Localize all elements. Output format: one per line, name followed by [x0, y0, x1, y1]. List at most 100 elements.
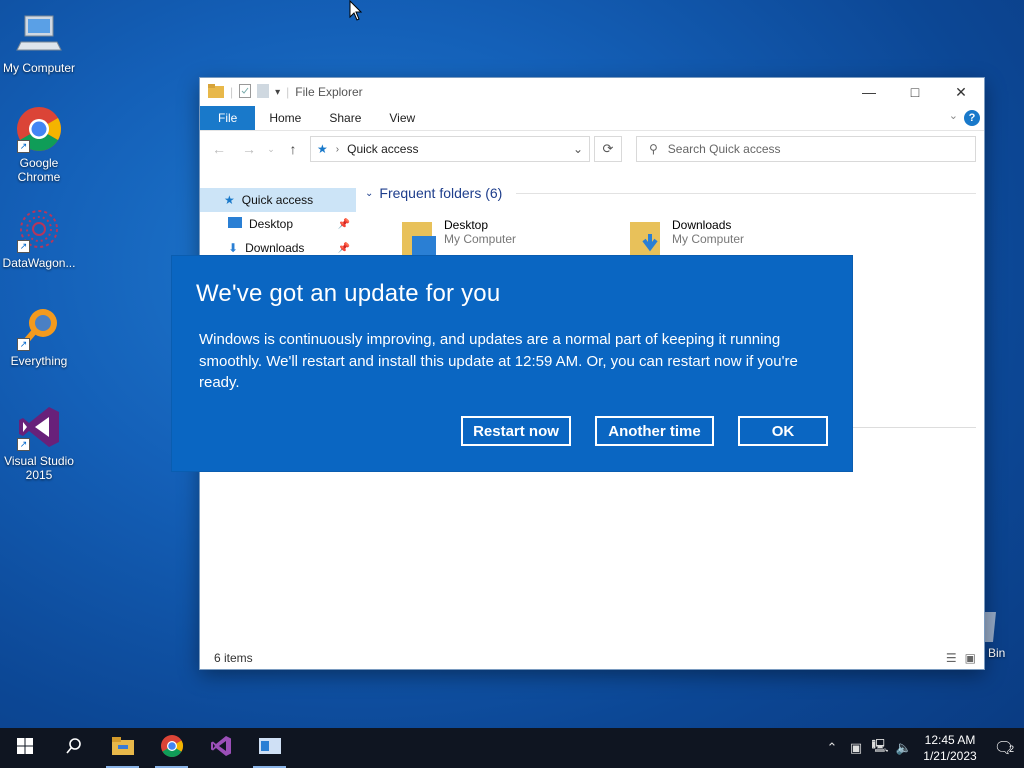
- recycle-bin-label: Bin: [988, 646, 1006, 660]
- shortcut-arrow-icon: ↗: [17, 438, 30, 451]
- computer-icon: [15, 10, 63, 58]
- shortcut-arrow-icon: ↗: [17, 140, 30, 153]
- expand-ribbon-icon[interactable]: ⌄: [949, 109, 958, 122]
- tab-share[interactable]: Share: [315, 106, 375, 130]
- action-center-button[interactable]: 🗨 2: [984, 738, 1024, 758]
- windows-logo-icon: [16, 737, 33, 759]
- group-header-label: Frequent folders (6): [379, 185, 503, 201]
- desktop-icon-label: Everything: [10, 354, 68, 368]
- title-bar: | ▾ | File Explorer — □ ✕: [200, 78, 984, 106]
- help-icon[interactable]: ?: [964, 110, 980, 126]
- desktop-folder-icon: [400, 218, 436, 258]
- dialog-body: Windows is continuously improving, and u…: [199, 331, 798, 391]
- shortcut-arrow-icon: ↗: [17, 338, 30, 351]
- network-icon[interactable]: 🖳: [868, 737, 892, 759]
- update-pending-icon[interactable]: ▣: [844, 740, 868, 756]
- search-icon: [65, 737, 83, 760]
- desktop-icon-label: DataWagon...: [2, 256, 76, 270]
- recent-locations-icon[interactable]: ⌄: [266, 144, 276, 155]
- nav-item-quick-access[interactable]: ★ Quick access: [200, 188, 356, 212]
- shortcut-arrow-icon: ↗: [17, 240, 30, 253]
- desktop-icon: [228, 217, 242, 231]
- navigation-pane: ★ Quick access Desktop 📌 ⬇ Downloads 📌: [200, 188, 356, 260]
- pin-icon: 📌: [337, 242, 350, 254]
- desktop-icon-google-chrome[interactable]: ↗ Google Chrome: [0, 105, 78, 184]
- desktop-icon-label: Google Chrome: [17, 156, 61, 184]
- forward-arrow-icon[interactable]: →: [236, 141, 262, 157]
- restart-now-button[interactable]: Restart now: [461, 416, 571, 446]
- app-window-icon: [258, 737, 281, 759]
- dialog-title: We've got an update for you: [196, 280, 501, 307]
- update-dialog: We've got an update for you Windows is c…: [172, 256, 852, 471]
- tab-view[interactable]: View: [375, 106, 429, 130]
- pin-icon: 📌: [337, 218, 350, 230]
- datawagon-icon: ↗: [15, 205, 63, 253]
- address-dropdown-icon[interactable]: ⌄: [573, 142, 583, 156]
- notification-count: 2: [1008, 744, 1014, 754]
- folder-icon: [208, 83, 224, 101]
- taskbar-chrome[interactable]: [147, 728, 196, 768]
- another-time-button[interactable]: Another time: [595, 416, 714, 446]
- clock-time: 12:45 AM: [924, 733, 976, 747]
- back-arrow-icon[interactable]: ←: [206, 141, 232, 157]
- breadcrumb-separator-icon[interactable]: ›: [336, 144, 339, 155]
- search-placeholder: Search Quick access: [667, 142, 781, 156]
- frequent-folders-header[interactable]: ⌄ Frequent folders (6): [365, 182, 976, 204]
- desktop-icon-datawagon[interactable]: ↗ DataWagon...: [0, 205, 78, 270]
- desktop-icon-everything[interactable]: ↗ Everything: [0, 303, 78, 368]
- chrome-icon: ↗: [15, 105, 63, 153]
- star-icon: ★: [317, 142, 328, 156]
- minimize-icon[interactable]: —: [846, 78, 892, 106]
- clock-date: 1/21/2023: [923, 749, 977, 763]
- taskbar-file-explorer[interactable]: [98, 728, 147, 768]
- file-explorer-icon: [111, 736, 134, 760]
- star-icon: ★: [224, 193, 235, 207]
- address-text: Quick access: [347, 142, 419, 156]
- folder-item-downloads[interactable]: Downloads My Computer: [628, 218, 744, 258]
- desktop-icon-label: Visual Studio 2015: [4, 454, 74, 482]
- search-input[interactable]: ⚲ Search Quick access: [636, 136, 976, 162]
- search-icon: ⚲: [649, 142, 658, 156]
- mouse-cursor-icon: [349, 0, 363, 27]
- volume-icon[interactable]: 🔈: [892, 740, 916, 756]
- downloads-folder-icon: [628, 218, 664, 258]
- content-pane: ⌄ Frequent folders (6): [365, 182, 976, 204]
- maximize-icon[interactable]: □: [892, 78, 938, 106]
- taskbar-app-window[interactable]: [245, 728, 294, 768]
- show-hidden-icons-chevron-icon[interactable]: ⌃: [820, 740, 844, 756]
- chevron-down-icon: ⌄: [365, 187, 374, 199]
- new-folder-icon[interactable]: [257, 83, 270, 101]
- window-title: File Explorer: [295, 85, 363, 99]
- desktop-icon-my-computer[interactable]: My Computer: [0, 10, 78, 75]
- folder-location: My Computer: [672, 232, 745, 246]
- close-icon[interactable]: ✕: [938, 78, 984, 106]
- tab-file[interactable]: File: [200, 106, 256, 130]
- nav-item-desktop[interactable]: Desktop 📌: [200, 212, 356, 236]
- details-view-icon[interactable]: ☰: [946, 651, 957, 665]
- clock[interactable]: 12:45 AM 1/21/2023: [916, 732, 984, 764]
- search-button[interactable]: [49, 728, 98, 768]
- ok-button[interactable]: OK: [738, 416, 828, 446]
- nav-item-label: Desktop: [249, 217, 294, 231]
- desktop-icon-visual-studio[interactable]: ↗ Visual Studio 2015: [0, 403, 78, 482]
- folder-name: Desktop: [444, 218, 489, 232]
- taskbar-visual-studio[interactable]: [196, 728, 245, 768]
- address-bar[interactable]: ★ › Quick access ⌄: [310, 136, 590, 162]
- tab-home[interactable]: Home: [255, 106, 315, 130]
- visual-studio-icon: [209, 734, 233, 763]
- nav-item-label: Quick access: [241, 193, 314, 207]
- status-bar-text: 6 items: [214, 651, 253, 665]
- visual-studio-icon: ↗: [15, 403, 63, 451]
- customize-toolbar-icon[interactable]: ▾: [275, 87, 280, 98]
- folder-item-desktop[interactable]: Desktop My Computer: [400, 218, 516, 258]
- large-icons-view-icon[interactable]: ▣: [965, 651, 976, 665]
- address-row: ← → ⌄ ↑ ★ › Quick access ⌄ ⟳ ⚲ Search Qu…: [200, 131, 984, 167]
- folder-name: Downloads: [672, 218, 732, 232]
- refresh-icon[interactable]: ⟳: [594, 136, 622, 162]
- system-tray: ⌃ ▣ 🖳 🔈 12:45 AM 1/21/2023 🗨 2: [820, 728, 1024, 768]
- ribbon-tabs: File Home Share View ⌄ ?: [200, 106, 984, 131]
- desktop-icon-recycle-bin[interactable]: Bin: [980, 608, 1006, 660]
- up-arrow-icon[interactable]: ↑: [280, 141, 306, 157]
- properties-icon[interactable]: [239, 83, 252, 101]
- start-button[interactable]: [0, 728, 49, 768]
